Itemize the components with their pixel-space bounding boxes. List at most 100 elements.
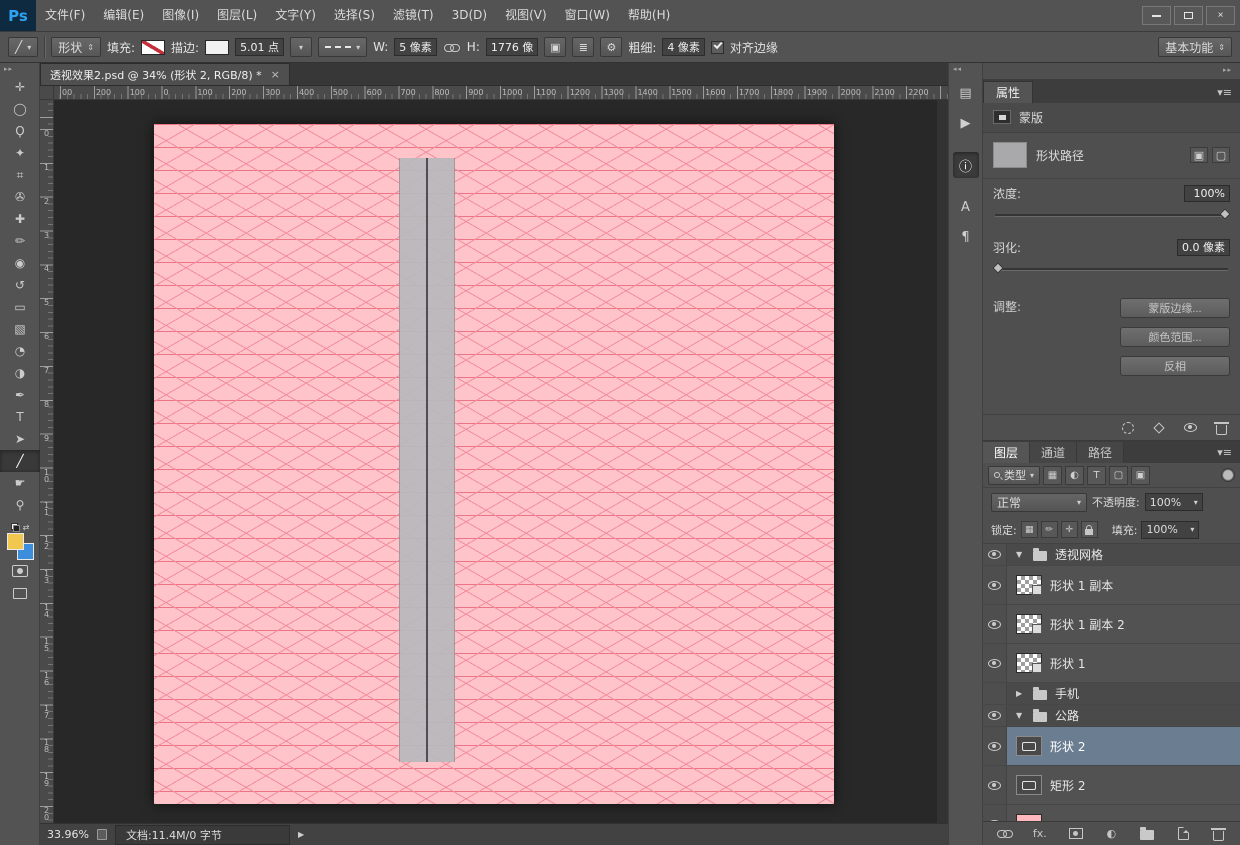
align-edges-checkbox[interactable]: [710, 40, 724, 54]
feather-slider-knob[interactable]: [992, 261, 1004, 274]
path-selection-tool[interactable]: ➤: [0, 428, 40, 450]
layer-thumbnail[interactable]: [1016, 736, 1042, 756]
geometry-settings-gear-icon[interactable]: ⚙: [600, 37, 623, 57]
eraser-tool[interactable]: ▭: [0, 296, 40, 318]
link-layers-icon[interactable]: [995, 825, 1013, 843]
menu-item[interactable]: 3D(D): [443, 0, 496, 31]
layer-row[interactable]: [983, 805, 1240, 821]
brush-tool[interactable]: ✏: [0, 230, 40, 252]
layer-row[interactable]: 形状 1 副本: [983, 566, 1240, 605]
apply-mask-icon[interactable]: [1150, 419, 1168, 437]
menu-item[interactable]: 帮助(H): [619, 0, 679, 31]
layer-thumbnail[interactable]: [1016, 575, 1042, 595]
tab-paths[interactable]: 路径: [1077, 442, 1125, 463]
layer-thumbnail[interactable]: [1016, 653, 1042, 673]
visibility-toggle[interactable]: [983, 705, 1007, 726]
filter-shape-layers-icon[interactable]: ▢: [1109, 465, 1129, 485]
layer-row[interactable]: 形状 1 副本 2: [983, 605, 1240, 644]
delete-layer-icon[interactable]: [1210, 825, 1228, 843]
lock-transparency-icon[interactable]: ▦: [1020, 521, 1038, 538]
filter-type-select[interactable]: 类型 ▾: [988, 465, 1041, 485]
clone-stamp-tool[interactable]: ◉: [0, 252, 40, 274]
filter-switch-icon[interactable]: [1221, 468, 1235, 482]
visibility-toggle[interactable]: [983, 566, 1007, 604]
tab-properties[interactable]: 属性: [983, 80, 1034, 103]
stroke-width-input[interactable]: 5.01 点: [235, 38, 285, 56]
canvas-artboard[interactable]: [154, 124, 834, 804]
visibility-toggle[interactable]: [983, 805, 1007, 821]
tool-mode-select[interactable]: 形状 ⇕: [51, 37, 101, 57]
layer-thumbnail[interactable]: [1016, 775, 1042, 795]
path-operations-icon[interactable]: ▣: [544, 37, 567, 57]
move-tool[interactable]: ✛: [0, 76, 40, 98]
density-slider-knob[interactable]: [1219, 208, 1231, 220]
default-colors-icon[interactable]: [10, 522, 20, 532]
type-tool[interactable]: T: [0, 406, 40, 428]
layer-row[interactable]: 形状 2: [983, 727, 1240, 766]
maximize-button[interactable]: [1174, 6, 1203, 25]
collapse-panels-icon[interactable]: ▸▸: [1223, 66, 1232, 74]
filter-smart-objects-icon[interactable]: ▣: [1131, 465, 1151, 485]
lasso-tool[interactable]: Ϙ: [0, 120, 40, 142]
menu-item[interactable]: 滤镜(T): [384, 0, 443, 31]
stroke-color-swatch[interactable]: [205, 39, 230, 55]
load-selection-from-mask-icon[interactable]: [1119, 419, 1137, 437]
properties-button[interactable]: 颜色范围...: [1120, 327, 1230, 348]
blend-mode-select[interactable]: 正常 ▾: [991, 492, 1087, 512]
fill-input[interactable]: 100% ▾: [1141, 520, 1200, 539]
expand-panels-icon[interactable]: ◂◂: [949, 63, 982, 76]
expand-group-icon[interactable]: ▶: [1016, 689, 1025, 698]
properties-button[interactable]: 反相: [1120, 356, 1230, 377]
collapse-tools-icon[interactable]: ▸▸: [0, 63, 39, 76]
density-slider[interactable]: [995, 208, 1231, 220]
layer-thumbnail[interactable]: [1016, 814, 1042, 821]
menu-item[interactable]: 窗口(W): [556, 0, 619, 31]
panel-menu-icon[interactable]: ▾≡: [1217, 86, 1240, 103]
shape-path-thumbnail[interactable]: [993, 142, 1027, 169]
actions-panel-icon[interactable]: ▶: [953, 110, 979, 136]
history-panel-icon[interactable]: ▤: [953, 80, 979, 106]
feather-value[interactable]: 0.0 像素: [1177, 238, 1230, 256]
menu-item[interactable]: 选择(S): [325, 0, 384, 31]
lock-all-icon[interactable]: [1080, 521, 1098, 538]
info-panel-icon[interactable]: ⓘ: [952, 152, 979, 178]
gradient-tool[interactable]: ▧: [0, 318, 40, 340]
collapse-group-icon[interactable]: ▼: [1016, 711, 1025, 720]
close-button[interactable]: ×: [1206, 6, 1235, 25]
menu-item[interactable]: 文件(F): [36, 0, 94, 31]
road-shape[interactable]: [399, 158, 455, 762]
current-tool-icon[interactable]: ╱ ▾: [8, 37, 39, 57]
document-tab[interactable]: 透视效果2.psd @ 34% (形状 2, RGB/8) * ×: [40, 63, 290, 85]
pen-tool[interactable]: ✒: [0, 384, 40, 406]
tab-channels[interactable]: 通道: [1030, 442, 1078, 463]
healing-brush-tool[interactable]: ✚: [0, 208, 40, 230]
swap-colors-icon[interactable]: ⇄: [23, 523, 30, 532]
screen-mode-button[interactable]: [0, 582, 40, 604]
layer-row[interactable]: 矩形 2: [983, 766, 1240, 805]
history-brush-tool[interactable]: ↺: [0, 274, 40, 296]
marquee-tool[interactable]: ◯: [0, 98, 40, 120]
crop-tool[interactable]: ⌗: [0, 164, 40, 186]
minimize-button[interactable]: [1142, 6, 1171, 25]
paragraph-panel-icon[interactable]: ¶: [953, 224, 979, 250]
layer-row[interactable]: 形状 1: [983, 644, 1240, 683]
menu-item[interactable]: 视图(V): [496, 0, 556, 31]
visibility-toggle[interactable]: [983, 683, 1007, 704]
zoom-level-field[interactable]: 33.96%: [47, 828, 89, 841]
dodge-tool[interactable]: ◑: [0, 362, 40, 384]
new-layer-icon[interactable]: [1174, 825, 1192, 843]
blur-tool[interactable]: ◔: [0, 340, 40, 362]
visibility-toggle[interactable]: [983, 727, 1007, 765]
hand-tool[interactable]: ☛: [0, 472, 40, 494]
density-value[interactable]: 100%: [1184, 184, 1230, 202]
filter-adjustment-layers-icon[interactable]: ◐: [1065, 465, 1085, 485]
add-vector-mask-icon[interactable]: ▢: [1212, 147, 1230, 164]
mask-visibility-eye-icon[interactable]: [1181, 419, 1199, 437]
lock-position-icon[interactable]: ✛: [1060, 521, 1078, 538]
tab-close-icon[interactable]: ×: [271, 68, 280, 81]
delete-mask-icon[interactable]: [1212, 419, 1230, 437]
add-pixel-mask-icon[interactable]: ▣: [1190, 147, 1208, 164]
layer-group-row[interactable]: ▶ 手机: [983, 683, 1240, 705]
vertical-ruler[interactable]: 0 1 2 3 4 5 6 7 8 9 10 11 12 13 14 15 16 17 18 19 20: [40, 100, 54, 823]
canvas-viewport[interactable]: [54, 100, 948, 823]
